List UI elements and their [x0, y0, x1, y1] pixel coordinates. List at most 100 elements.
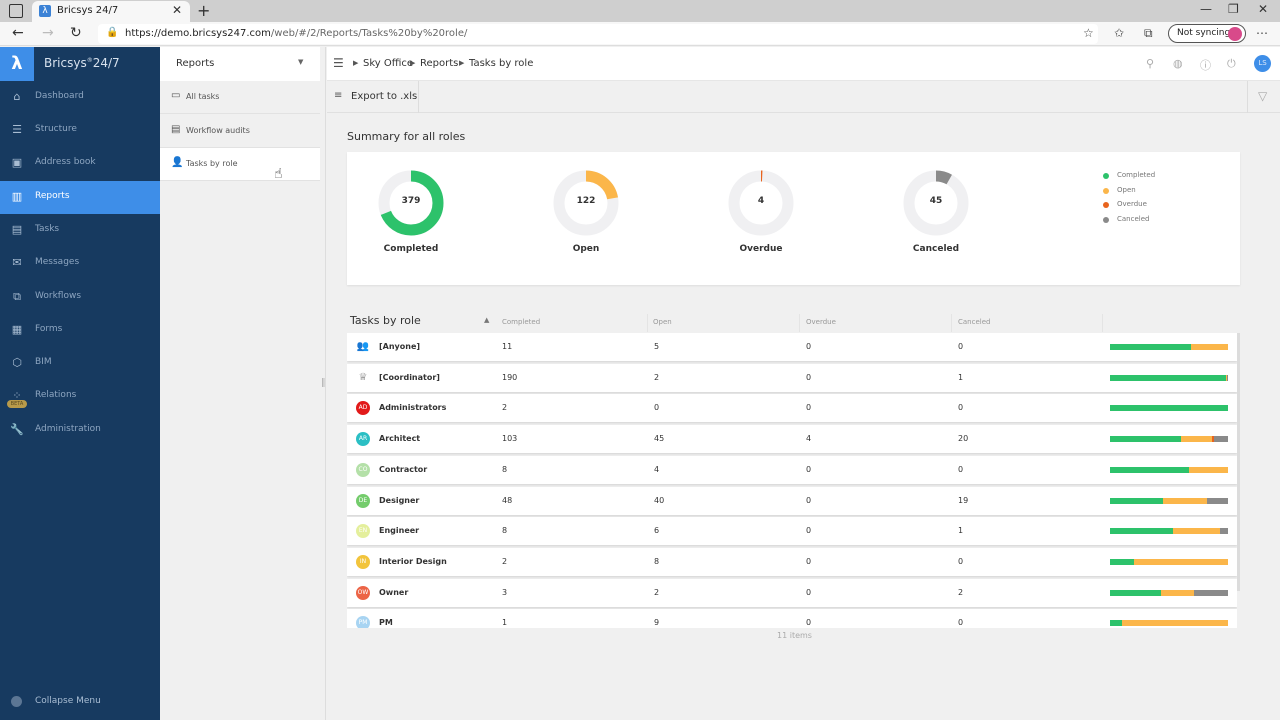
browser-tab[interactable]: λ Bricsys 24/7 ✕	[32, 1, 190, 22]
nav-item-administration[interactable]: 🔧 Administration	[0, 414, 160, 447]
browser-tab-bar: λ Bricsys 24/7 ✕ + — ❐ ✕	[0, 0, 1280, 22]
table-row[interactable]: OW Owner 3 2 0 2	[347, 578, 1237, 607]
globe-icon[interactable]: ◍	[1173, 57, 1183, 70]
profile-sync-button[interactable]: Not syncing	[1168, 24, 1246, 43]
panel-resize-handle[interactable]: ‖	[321, 378, 326, 388]
hamburger-menu-icon[interactable]: ☰	[333, 56, 344, 70]
items-count: 11 items	[777, 631, 812, 640]
role-name: Architect	[379, 434, 421, 444]
bar-segment-open	[1133, 558, 1228, 565]
reload-icon[interactable]: ↻	[70, 25, 82, 41]
url-path: /web/#/2/Reports/Tasks%20by%20role/	[270, 28, 468, 39]
nav-item-reports[interactable]: ▥ Reports	[0, 181, 160, 214]
column-canceled[interactable]: Canceled	[958, 318, 990, 326]
pointer-cursor-icon: ☝	[274, 166, 283, 182]
table-row[interactable]: 👥 [Anyone] 11 5 0 0	[347, 333, 1237, 361]
column-open[interactable]: Open	[653, 318, 672, 326]
table-row[interactable]: AD Administrators 2 0 0 0	[347, 394, 1237, 423]
cell-open: 9	[654, 618, 660, 628]
cell-canceled: 0	[958, 556, 964, 566]
window-close-icon[interactable]: ✕	[1258, 2, 1268, 16]
bricsys-logo-icon[interactable]: λ	[0, 47, 34, 81]
power-icon[interactable]: ⏻	[1227, 57, 1236, 71]
toolbar: ≡ Export to .xls ▽	[327, 81, 1280, 113]
home-icon: ⌂	[13, 90, 21, 103]
forward-icon[interactable]: →	[42, 25, 54, 41]
report-item-tasks-by-role[interactable]: 👤 Tasks by role	[160, 148, 320, 181]
bar-segment-open	[1160, 589, 1195, 596]
minimize-icon[interactable]: —	[1200, 2, 1212, 16]
table-row[interactable]: EN Engineer 8 6 0 1	[347, 517, 1237, 546]
legend-label: Open	[1117, 185, 1136, 194]
filter-button[interactable]: ▽	[1247, 81, 1280, 113]
table-scrollbar[interactable]	[1237, 333, 1240, 591]
new-tab-icon[interactable]: +	[197, 1, 210, 20]
back-icon[interactable]: ←	[12, 25, 24, 41]
donut-value: 379	[401, 196, 421, 206]
table-row[interactable]: ♕ [Coordinator] 190 2 0 1	[347, 363, 1237, 392]
collections-icon[interactable]: ⧉	[1144, 26, 1153, 41]
cell-canceled: 0	[958, 403, 964, 413]
nav-item-messages[interactable]: ✉ Messages	[0, 247, 160, 280]
cell-completed: 1	[502, 618, 508, 628]
export-xls-button[interactable]: ≡ Export to .xls	[327, 81, 419, 113]
nav-item-dashboard[interactable]: ⌂ Dashboard	[0, 81, 160, 114]
structure-icon: ☰	[12, 123, 22, 136]
nav-item-forms[interactable]: ▦ Forms	[0, 314, 160, 347]
filter-icon: ▽	[1258, 89, 1268, 103]
column-divider	[647, 314, 648, 332]
nav-item-relations[interactable]: ⁘ Relations BETA	[0, 380, 160, 413]
user-avatar[interactable]: LS	[1254, 55, 1271, 72]
legend-dot-icon	[1103, 173, 1109, 179]
user-icon: 👤	[171, 157, 184, 168]
cell-open: 45	[654, 434, 665, 444]
crown-icon: ♕	[358, 371, 368, 383]
report-item-workflow-audits[interactable]: ▤ Workflow audits	[160, 115, 320, 148]
export-icon: ≡	[334, 90, 343, 101]
report-item-all-tasks[interactable]: ▭ All tasks	[160, 81, 320, 114]
donut-label: Canceled	[912, 244, 960, 254]
role-avatar: CO	[356, 462, 370, 477]
workflow-icon: ⧉	[13, 290, 21, 303]
url-input[interactable]: 🔒 https://demo.bricsys247.com/web/#/2/Re…	[98, 24, 1098, 44]
table-row[interactable]: PM PM 1 9 0 0	[347, 609, 1237, 628]
table-row[interactable]: CO Contractor 8 4 0 0	[347, 455, 1237, 484]
favorites-icon[interactable]: ✩	[1114, 26, 1124, 40]
bar-segment-canceled	[1194, 589, 1228, 596]
breadcrumb-reports[interactable]: Reports	[420, 58, 458, 69]
reports-dropdown[interactable]: Reports ▼	[160, 47, 320, 81]
cell-open: 40	[654, 495, 665, 505]
collapse-icon	[11, 696, 22, 707]
nav-item-tasks[interactable]: ▤ Tasks	[0, 214, 160, 247]
progress-bar	[1110, 589, 1228, 596]
column-completed[interactable]: Completed	[502, 318, 540, 326]
collapse-menu-button[interactable]: Collapse Menu	[0, 690, 160, 714]
cell-canceled: 0	[958, 464, 964, 474]
nav-item-address-book[interactable]: ▣ Address book	[0, 147, 160, 180]
table-title[interactable]: Tasks by role	[350, 314, 421, 327]
bar-segment-open	[1172, 528, 1221, 535]
breadcrumb-sky-office[interactable]: Sky Office	[363, 58, 413, 69]
nav-item-workflows[interactable]: ⧉ Workflows	[0, 281, 160, 314]
table-row[interactable]: DE Designer 48 40 0 19	[347, 486, 1237, 515]
nav-item-bim[interactable]: ⬡ BIM	[0, 347, 160, 380]
role-name: [Coordinator]	[379, 372, 440, 382]
tab-close-icon[interactable]: ✕	[172, 3, 182, 17]
table-row[interactable]: AR Architect 103 45 4 20	[347, 425, 1237, 454]
restore-icon[interactable]: ❐	[1228, 2, 1239, 16]
nav-item-label: Structure	[35, 124, 77, 134]
sort-asc-icon[interactable]: ▲	[484, 316, 489, 324]
nav-item-label: Relations	[35, 390, 77, 400]
donut-completed: 379 Completed	[376, 168, 446, 258]
more-menu-icon[interactable]: ⋯	[1256, 26, 1268, 40]
progress-bar	[1110, 436, 1228, 443]
nav-item-structure[interactable]: ☰ Structure	[0, 114, 160, 147]
column-overdue[interactable]: Overdue	[806, 318, 836, 326]
role-avatar: OW	[356, 585, 370, 600]
nav-item-label: Reports	[35, 191, 70, 201]
search-icon[interactable]: ⚲	[1146, 57, 1154, 70]
tab-actions-icon[interactable]	[9, 4, 23, 18]
help-icon[interactable]: ⓘ	[1200, 57, 1211, 73]
add-favorite-icon[interactable]: ☆	[1083, 26, 1094, 40]
table-row[interactable]: IN Interior Design 2 8 0 0	[347, 547, 1237, 576]
